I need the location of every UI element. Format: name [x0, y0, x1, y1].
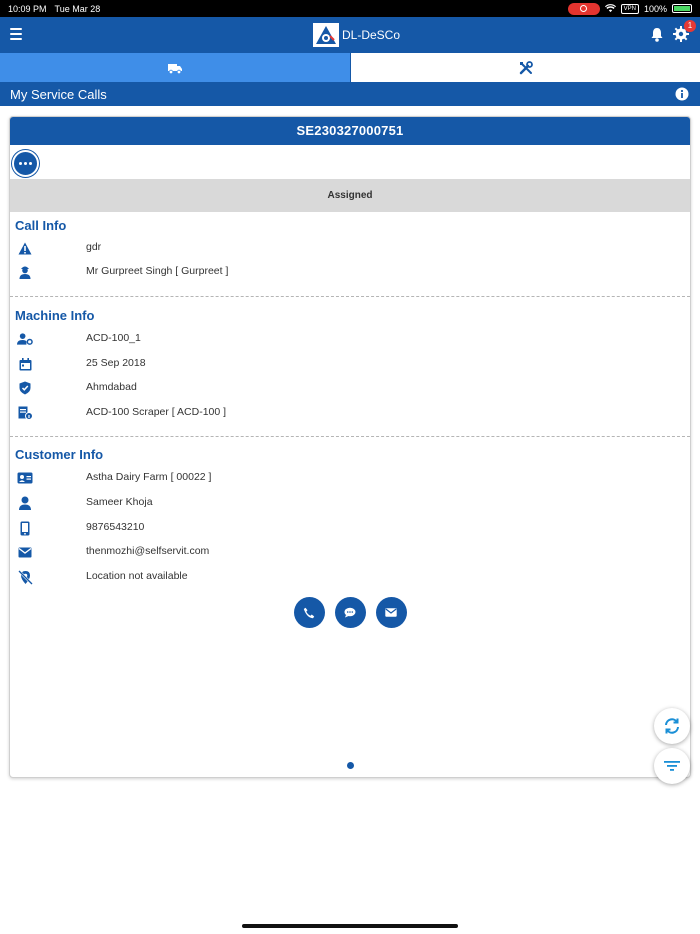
- customer-info-heading: Customer Info: [15, 447, 104, 462]
- phone-icon: [303, 607, 315, 618]
- machine-model-row: ACD-100 Scraper [ ACD-100 ]: [10, 403, 690, 423]
- tab-bar: [0, 53, 700, 82]
- shield-check-icon: [17, 380, 33, 396]
- call-id: SE230327000751: [10, 117, 690, 145]
- vpn-indicator: VPN: [620, 3, 639, 14]
- user-gear-icon: [17, 331, 33, 347]
- refresh-icon: [665, 718, 679, 734]
- app-header: DL-DeSCo 1: [0, 17, 700, 53]
- machine-info-section: Machine Info ACD-100_1 25 Sep 2018 Ahmda…: [10, 297, 690, 437]
- app-name: DL-DeSCo: [342, 28, 401, 42]
- mobile-icon: [17, 520, 33, 536]
- machine-location-row: Ahmdabad: [10, 378, 690, 398]
- call-problem-row: gdr: [10, 238, 690, 258]
- page-indicator-dot[interactable]: [347, 762, 354, 769]
- service-call-card: SE230327000751 Assigned Call Info gdr Mr…: [9, 116, 691, 778]
- menu-icon[interactable]: [10, 28, 22, 40]
- page-title-bar: My Service Calls: [0, 82, 700, 106]
- machine-model: ACD-100 Scraper [ ACD-100 ]: [86, 406, 227, 418]
- customer-email: thenmozhi@selfservit.com: [86, 545, 210, 557]
- customer-phone-row: 9876543210: [10, 518, 690, 538]
- notification-badge: 1: [684, 20, 696, 32]
- info-icon[interactable]: [675, 87, 689, 104]
- status-badge: Assigned: [10, 180, 690, 212]
- engineer-icon: [17, 264, 33, 280]
- wifi-icon: [604, 4, 616, 13]
- call-engineer-row: Mr Gurpreet Singh [ Gurpreet ]: [10, 262, 690, 282]
- calendar-icon: [17, 356, 33, 372]
- customer-info-section: Customer Info Astha Dairy Farm [ 00022 ]…: [10, 437, 690, 587]
- app-logo: [313, 23, 339, 47]
- contact-actions: [10, 597, 690, 628]
- page-title: My Service Calls: [10, 86, 107, 102]
- machine-location: Ahmdabad: [86, 381, 137, 393]
- customer-company: Astha Dairy Farm [ 00022 ]: [86, 471, 212, 483]
- envelope-icon: [385, 608, 397, 617]
- envelope-icon: [17, 544, 33, 560]
- machine-info-heading: Machine Info: [15, 308, 95, 323]
- id-card-icon: [17, 470, 33, 486]
- document-info-icon: [17, 405, 33, 421]
- customer-geo: Location not available: [86, 570, 188, 582]
- warning-icon: [17, 240, 33, 256]
- call-engineer: Mr Gurpreet Singh [ Gurpreet ]: [86, 265, 229, 277]
- battery-icon: [672, 4, 692, 13]
- chat-icon: [344, 607, 356, 618]
- call-problem: gdr: [86, 241, 102, 253]
- call-info-section: Call Info gdr Mr Gurpreet Singh [ Gurpre…: [10, 212, 690, 297]
- truck-icon: [168, 63, 182, 74]
- call-button[interactable]: [293, 597, 325, 628]
- home-indicator[interactable]: [242, 924, 458, 928]
- machine-id-row: ACD-100_1: [10, 329, 690, 349]
- more-options-button[interactable]: [12, 150, 39, 177]
- user-icon: [17, 495, 33, 511]
- tools-icon: [519, 60, 533, 74]
- card-actions-row: [10, 145, 690, 180]
- machine-id: ACD-100_1: [86, 332, 141, 344]
- customer-email-row: thenmozhi@selfservit.com: [10, 542, 690, 562]
- machine-date-row: 25 Sep 2018: [10, 354, 690, 374]
- customer-company-row: Astha Dairy Farm [ 00022 ]: [10, 468, 690, 488]
- tab-service-van[interactable]: [0, 53, 350, 82]
- call-info-heading: Call Info: [15, 218, 67, 233]
- customer-phone: 9876543210: [86, 521, 145, 533]
- status-bar: 10:09 PM Tue Mar 28 VPN 100%: [0, 0, 700, 17]
- filter-icon: [664, 761, 680, 771]
- status-right: VPN 100%: [567, 2, 692, 15]
- status-date: Tue Mar 28: [54, 3, 101, 14]
- filter-button[interactable]: [654, 748, 690, 784]
- status-time: 10:09 PM: [8, 3, 47, 14]
- battery-percent: 100%: [643, 3, 667, 14]
- email-button[interactable]: [375, 597, 407, 628]
- bell-icon[interactable]: [650, 27, 664, 47]
- customer-contact: Sameer Khoja: [86, 496, 153, 508]
- screen-record-icon: [567, 2, 600, 15]
- refresh-button[interactable]: [654, 708, 690, 744]
- location-off-icon: [17, 569, 33, 585]
- customer-contact-row: Sameer Khoja: [10, 493, 690, 513]
- brand: DL-DeSCo: [313, 23, 400, 47]
- tab-tools[interactable]: [351, 53, 700, 82]
- machine-date: 25 Sep 2018: [86, 357, 146, 369]
- sms-button[interactable]: [334, 597, 366, 628]
- customer-geo-row: Location not available: [10, 567, 690, 587]
